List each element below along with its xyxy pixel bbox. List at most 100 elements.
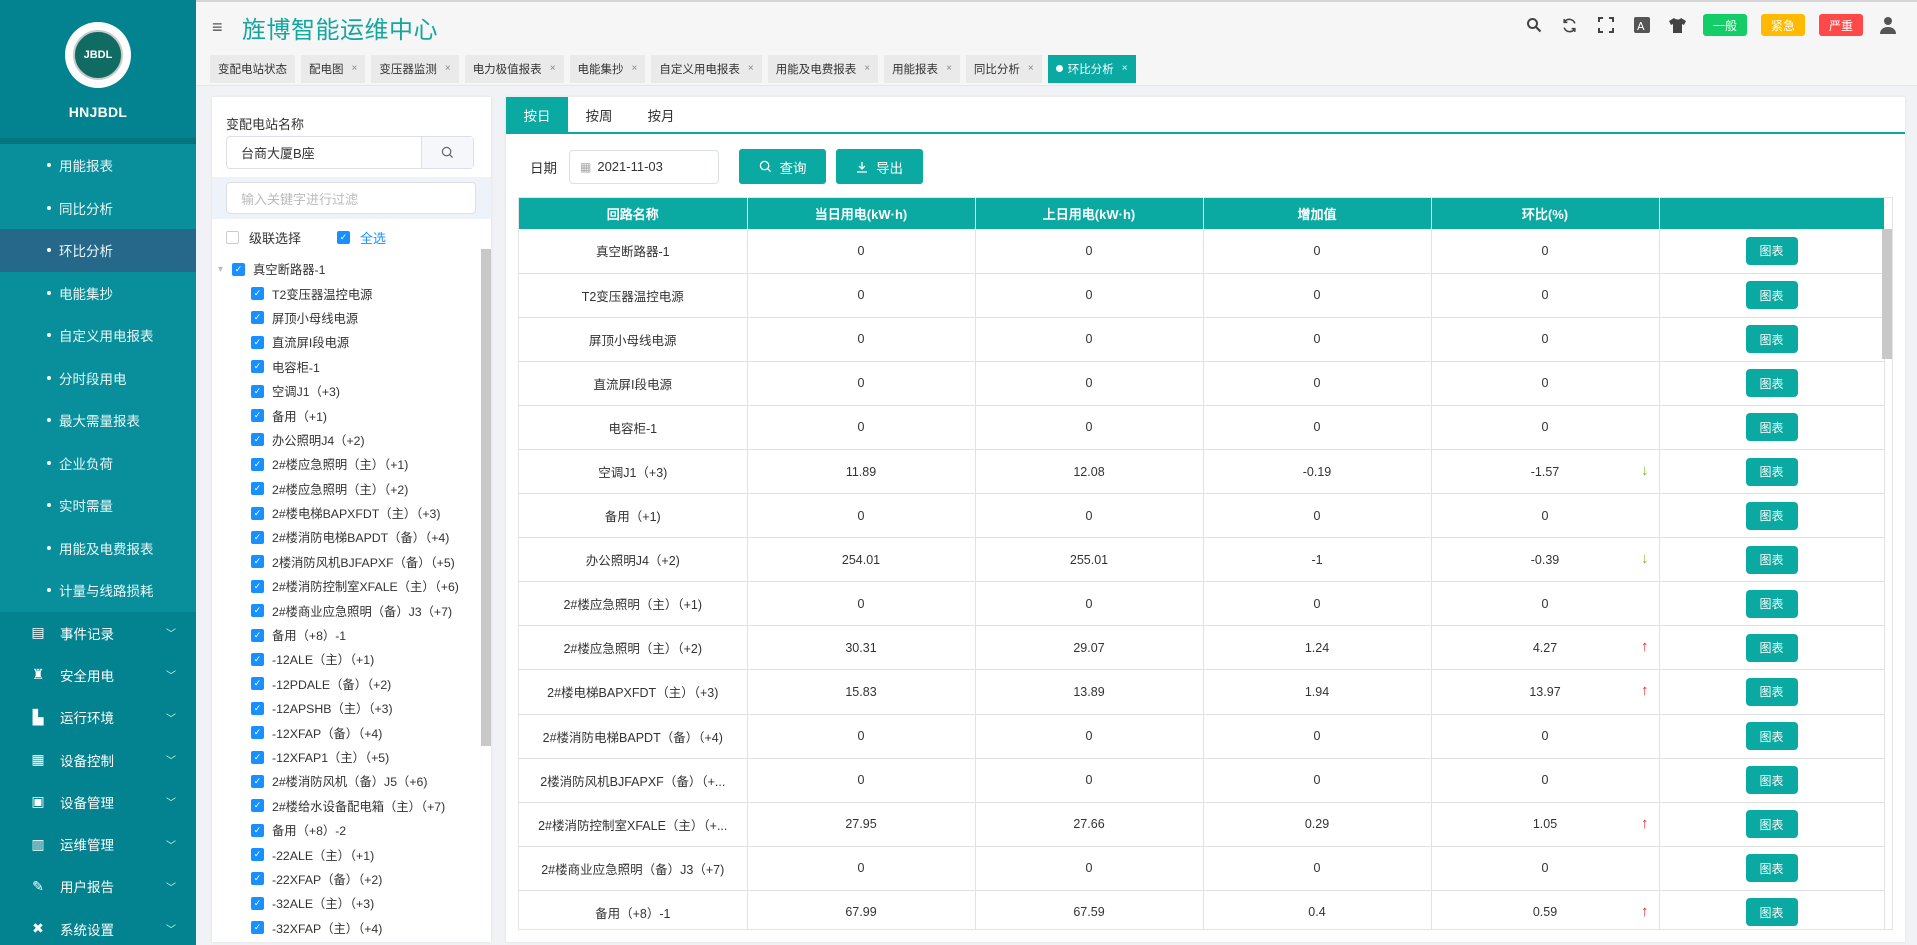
sidebar-menu-item[interactable]: ▥ 运维管理 ﹀ — [0, 823, 196, 865]
alarm-urgent-badge[interactable]: 紧急 — [1760, 14, 1805, 36]
sidebar-menu-item[interactable]: ▦ 设备控制 ﹀ — [0, 738, 196, 780]
tree-checkbox[interactable]: ✓ — [251, 604, 264, 618]
tree-node[interactable]: ✓ 2#楼给水设备配电箱（主）（+7) — [212, 794, 477, 818]
search-icon[interactable] — [1523, 14, 1545, 36]
sidebar-item[interactable]: 自定义用电报表 — [0, 314, 196, 357]
tree-node[interactable]: ✓ 备用（+1) — [212, 403, 477, 427]
tab-8[interactable]: 同比分析 × — [965, 54, 1042, 83]
tree-checkbox[interactable]: ✓ — [251, 482, 264, 496]
sidebar-item[interactable]: 最大需量报表 — [0, 399, 196, 442]
period-tab-1[interactable]: 按周 — [568, 97, 630, 132]
tree-node[interactable]: ✓ 屏顶小母线电源 — [212, 306, 477, 330]
chart-button[interactable]: 图表 — [1745, 236, 1798, 265]
tab-0[interactable]: 变配电站状态 — [210, 54, 295, 83]
sidebar-menu-item[interactable]: ▤ 事件记录 ﹀ — [0, 612, 196, 654]
close-icon[interactable]: × — [748, 63, 754, 74]
tree-node[interactable]: ✓ 2#楼消防电梯BAPDT（备）（+4) — [212, 525, 477, 549]
cascade-checkbox[interactable] — [226, 231, 239, 244]
tree-scrollbar[interactable] — [481, 249, 491, 746]
tree-node[interactable]: ✓ 备用（+8）-1 — [212, 623, 477, 647]
tree-node[interactable]: ✓ 2#楼应急照明（主）（+2) — [212, 477, 477, 501]
tree-node-root[interactable]: ▾ ✓ 真空断路器-1 — [212, 257, 477, 281]
tree-checkbox[interactable]: ✓ — [251, 384, 264, 398]
sidebar-item[interactable]: 环比分析 — [0, 229, 196, 272]
sidebar-menu-item[interactable]: ▙ 运行环境 ﹀ — [0, 696, 196, 738]
sidebar-item[interactable]: 用能报表 — [0, 144, 196, 187]
chart-button[interactable]: 图表 — [1745, 898, 1798, 927]
chart-button[interactable]: 图表 — [1745, 589, 1798, 618]
tree-node[interactable]: ✓ 直流屏I段电源 — [212, 330, 477, 354]
tree-node[interactable]: ✓ 办公照明J4（+2) — [212, 428, 477, 452]
close-icon[interactable]: × — [864, 63, 870, 74]
tree-node[interactable]: ✓ 2#楼电梯BAPXFDT（主）（+3) — [212, 501, 477, 525]
tab-9[interactable]: 环比分析 × — [1047, 54, 1136, 83]
tree-checkbox[interactable]: ✓ — [251, 799, 264, 813]
tree-checkbox[interactable]: ✓ — [232, 262, 245, 276]
tree-checkbox[interactable]: ✓ — [251, 701, 264, 715]
tree-checkbox[interactable]: ✓ — [251, 726, 264, 740]
close-icon[interactable]: × — [550, 63, 556, 74]
chart-button[interactable]: 图表 — [1745, 722, 1798, 751]
table-scrollbar[interactable] — [1882, 229, 1892, 359]
chart-button[interactable]: 图表 — [1745, 369, 1798, 398]
tree-node[interactable]: ✓ 2楼消防风机BJFAPXF（备）（+5) — [212, 550, 477, 574]
date-picker[interactable]: ▦ 2021-11-03 — [569, 149, 719, 184]
station-search-button[interactable] — [421, 137, 473, 168]
alarm-normal-badge[interactable]: 一般 — [1702, 14, 1747, 36]
tree-node[interactable]: ✓ -12XFAP（备）（+4) — [212, 720, 477, 744]
caret-down-icon[interactable]: ▾ — [218, 264, 232, 275]
tree-checkbox[interactable]: ✓ — [251, 579, 264, 593]
tree-node[interactable]: ✓ -22ALE（主）（+1) — [212, 842, 477, 866]
tab-2[interactable]: 变压器监测 × — [371, 54, 459, 83]
tree-checkbox[interactable]: ✓ — [251, 774, 264, 788]
sidebar-item[interactable]: 电能集抄 — [0, 272, 196, 315]
tab-3[interactable]: 电力极值报表 × — [464, 54, 564, 83]
refresh-icon[interactable] — [1559, 14, 1581, 36]
alarm-severe-badge[interactable]: 严重 — [1818, 14, 1863, 36]
sidebar-item[interactable]: 计量与线路损耗 — [0, 569, 196, 612]
user-avatar-icon[interactable] — [1877, 14, 1899, 36]
sidebar-menu-item[interactable]: ✎ 用户报告 ﹀ — [0, 865, 196, 907]
sidebar-item[interactable]: 用能及电费报表 — [0, 527, 196, 570]
tab-1[interactable]: 配电图 × — [301, 54, 366, 83]
close-icon[interactable]: × — [632, 63, 638, 74]
select-all-label[interactable]: 全选 — [360, 228, 386, 247]
query-button[interactable]: 查询 — [739, 149, 826, 184]
chart-button[interactable]: 图表 — [1745, 810, 1798, 839]
chart-button[interactable]: 图表 — [1745, 633, 1798, 662]
tree-checkbox[interactable]: ✓ — [251, 896, 264, 910]
tree-filter-input[interactable]: 输入关键字进行过滤 — [226, 182, 476, 214]
tree-node[interactable]: ✓ 2#楼消防控制室XFALE（主）（+6) — [212, 574, 477, 598]
tab-5[interactable]: 自定义用电报表 × — [651, 54, 762, 83]
tree-node[interactable]: ✓ 2#楼商业应急照明（备）J3（+7) — [212, 598, 477, 622]
tree-checkbox[interactable]: ✓ — [251, 628, 264, 642]
tree-node[interactable]: ✓ -12APSHB（主）（+3) — [212, 696, 477, 720]
sidebar-item[interactable]: 同比分析 — [0, 187, 196, 230]
tree-checkbox[interactable]: ✓ — [251, 823, 264, 837]
sidebar-item[interactable]: 分时段用电 — [0, 357, 196, 400]
sidebar-menu-item[interactable]: ▣ 设备管理 ﹀ — [0, 781, 196, 823]
tree-checkbox[interactable]: ✓ — [251, 506, 264, 520]
sidebar-menu-item[interactable]: ✖ 系统设置 ﹀ — [0, 908, 196, 945]
close-icon[interactable]: × — [352, 63, 358, 74]
close-icon[interactable]: × — [1122, 63, 1128, 74]
tree-checkbox[interactable]: ✓ — [251, 872, 264, 886]
chart-button[interactable]: 图表 — [1745, 281, 1798, 310]
sidebar-menu-item[interactable]: ♜ 安全用电 ﹀ — [0, 654, 196, 696]
fullscreen-icon[interactable] — [1595, 14, 1617, 36]
station-selector[interactable]: 台商大厦B座 — [226, 136, 474, 169]
tree-node[interactable]: ✓ -22XFAP（备）（+2) — [212, 867, 477, 891]
tree-node[interactable]: ✓ 空调J1（+3) — [212, 379, 477, 403]
theme-shirt-icon[interactable] — [1667, 14, 1689, 36]
tree-checkbox[interactable]: ✓ — [251, 457, 264, 471]
tree-checkbox[interactable]: ✓ — [251, 848, 264, 862]
tree-node[interactable]: ✓ 2#楼应急照明（主）（+1) — [212, 452, 477, 476]
tree-checkbox[interactable]: ✓ — [251, 311, 264, 325]
chart-button[interactable]: 图表 — [1745, 854, 1798, 883]
tree-checkbox[interactable]: ✓ — [251, 360, 264, 374]
tree-node[interactable]: ✓ -32ALE（主）（+3) — [212, 891, 477, 915]
close-icon[interactable]: × — [445, 63, 451, 74]
tree-node[interactable]: ✓ -12PDALE（备）（+2) — [212, 672, 477, 696]
tab-6[interactable]: 用能及电费报表 × — [767, 54, 879, 83]
tree-node[interactable]: ✓ -32XFAP（主）（+4) — [212, 916, 477, 940]
